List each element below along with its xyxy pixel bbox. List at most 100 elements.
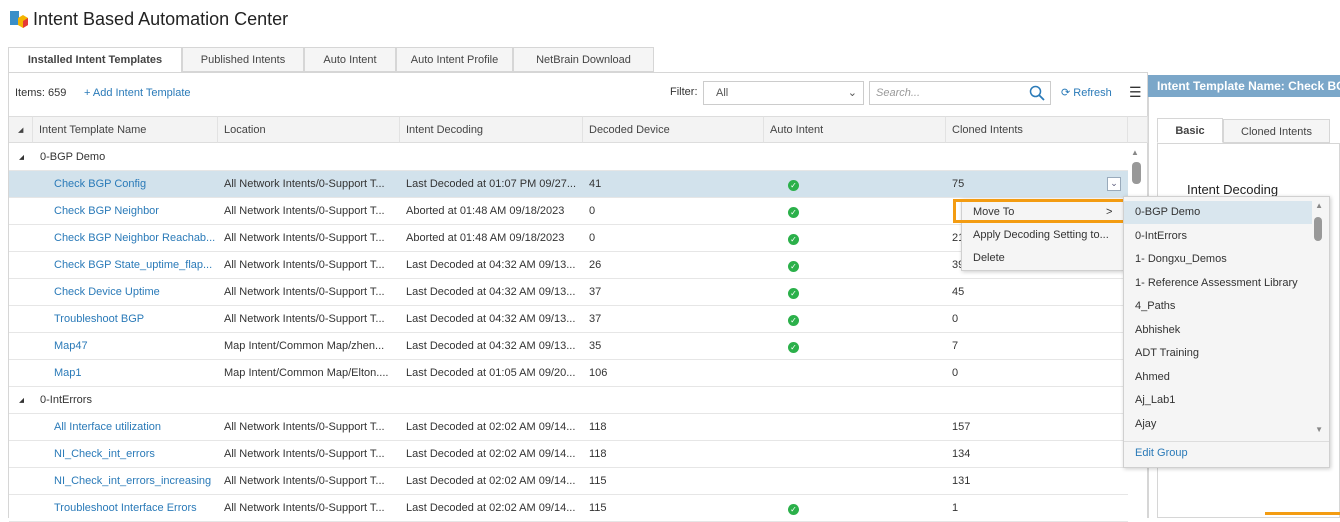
collapse-all-icon[interactable]: ◢ bbox=[9, 116, 33, 143]
tab-basic[interactable]: Basic bbox=[1157, 118, 1223, 143]
move-to-submenu: 0-BGP Demo 0-IntErrors 1- Dongxu_Demos 1- R… bbox=[1123, 196, 1330, 468]
intent-decoding-heading: Intent Decoding bbox=[1187, 182, 1279, 197]
submenu-item[interactable]: Abhishek bbox=[1124, 319, 1312, 342]
filter-value: All bbox=[716, 87, 729, 99]
cell-device: 0 bbox=[589, 205, 596, 217]
cell-decoding: Last Decoded at 01:05 AM 09/20... bbox=[406, 367, 576, 379]
cell-decoding: Aborted at 01:48 AM 09/18/2023 bbox=[406, 232, 565, 244]
scroll-up-icon[interactable]: ▲ bbox=[1131, 148, 1139, 157]
submenu-item[interactable]: Ajay bbox=[1124, 413, 1312, 436]
collapse-icon[interactable]: ◢ bbox=[19, 387, 24, 414]
menu-icon[interactable]: ☰ bbox=[1129, 84, 1142, 101]
check-circle-icon: ✓ bbox=[788, 504, 799, 515]
header-spacer bbox=[1128, 116, 1148, 143]
check-circle-icon: ✓ bbox=[788, 180, 799, 191]
chevron-down-icon: ⌄ bbox=[847, 87, 857, 99]
cell-name[interactable]: Check BGP State_uptime_flap... bbox=[54, 252, 212, 279]
add-intent-template-button[interactable]: + Add Intent Template bbox=[84, 87, 191, 99]
scrollbar-thumb[interactable] bbox=[1132, 162, 1141, 184]
submenu-scroll-down-icon[interactable]: ▼ bbox=[1315, 425, 1323, 434]
submenu-scroll-up-icon[interactable]: ▲ bbox=[1315, 201, 1323, 210]
submenu-item[interactable]: Aj_Lab1 bbox=[1124, 389, 1312, 412]
cell-cloned: 45 bbox=[952, 286, 965, 298]
tab-auto-intent-profile[interactable]: Auto Intent Profile bbox=[396, 47, 513, 72]
cell-location: All Network Intents/0-Support T... bbox=[224, 475, 385, 487]
tab-installed-intent-templates[interactable]: Installed Intent Templates bbox=[8, 47, 182, 73]
table-row[interactable]: NI_Check_int_errors All Network Intents/0… bbox=[9, 441, 1128, 468]
cell-name[interactable]: Check BGP Neighbor Reachab... bbox=[54, 225, 215, 252]
tab-netbrain-download[interactable]: NetBrain Download bbox=[513, 47, 654, 72]
tab-cloned-intents[interactable]: Cloned Intents bbox=[1223, 119, 1330, 143]
table-row[interactable]: Check BGP Config All Network Intents/0-Su… bbox=[9, 171, 1128, 198]
col-header-name[interactable]: Intent Template Name bbox=[33, 116, 218, 143]
tab-auto-intent[interactable]: Auto Intent bbox=[304, 47, 396, 72]
cell-device: 26 bbox=[589, 259, 602, 271]
cell-name[interactable]: Check BGP Neighbor bbox=[54, 198, 159, 225]
col-header-cloned[interactable]: Cloned Intents bbox=[946, 116, 1128, 143]
col-header-location[interactable]: Location bbox=[218, 116, 400, 143]
col-header-device[interactable]: Decoded Device bbox=[583, 116, 764, 143]
cell-name[interactable]: NI_Check_int_errors bbox=[54, 441, 155, 468]
col-header-auto-intent[interactable]: Auto Intent bbox=[764, 116, 946, 143]
cell-location: All Network Intents/0-Support T... bbox=[224, 205, 385, 217]
table-row[interactable]: NI_Check_int_errors_increasing All Networ… bbox=[9, 468, 1128, 495]
submenu-item[interactable]: 1- Reference Assessment Library bbox=[1124, 272, 1312, 295]
group-row[interactable]: ◢ 0-IntErrors bbox=[9, 387, 1128, 414]
check-circle-icon: ✓ bbox=[788, 207, 799, 218]
submenu-scrollbar-thumb[interactable] bbox=[1314, 217, 1322, 241]
cell-location: All Network Intents/0-Support T... bbox=[224, 259, 385, 271]
group-row[interactable]: ◢ 0-BGP Demo bbox=[9, 144, 1128, 171]
cell-cloned: 0 bbox=[952, 313, 959, 325]
cell-device: 37 bbox=[589, 313, 602, 325]
cell-device: 35 bbox=[589, 340, 602, 352]
refresh-icon: ⟳ bbox=[1061, 87, 1071, 99]
cell-name[interactable]: Map47 bbox=[54, 333, 88, 360]
submenu-item[interactable]: Ahmed bbox=[1124, 366, 1312, 389]
cell-location: All Network Intents/0-Support T... bbox=[224, 178, 385, 190]
page-title: Intent Based Automation Center bbox=[33, 9, 289, 29]
filter-select[interactable]: All ⌄ bbox=[703, 81, 864, 105]
cell-decoding: Last Decoded at 02:02 AM 09/14... bbox=[406, 448, 576, 460]
group-name: 0-BGP Demo bbox=[40, 151, 106, 163]
cell-location: All Network Intents/0-Support T... bbox=[224, 448, 385, 460]
template-name-header: Intent Template Name: Check BGP Config bbox=[1148, 75, 1340, 97]
submenu-item[interactable]: 4_Paths bbox=[1124, 295, 1312, 318]
search-icon[interactable] bbox=[1029, 85, 1045, 101]
cell-name[interactable]: All Interface utilization bbox=[54, 414, 161, 441]
cell-name[interactable]: Check Device Uptime bbox=[54, 279, 160, 306]
refresh-button[interactable]: ⟳ Refresh bbox=[1061, 86, 1112, 99]
edit-group-button[interactable]: Edit Group bbox=[1135, 447, 1188, 459]
table-row[interactable]: Map1 Map Intent/Common Map/Elton.... Last … bbox=[9, 360, 1128, 387]
cell-name[interactable]: NI_Check_int_errors_increasing bbox=[54, 468, 211, 495]
cell-decoding: Last Decoded at 02:02 AM 09/14... bbox=[406, 475, 576, 487]
cell-decoding: Last Decoded at 04:32 AM 09/13... bbox=[406, 286, 576, 298]
check-circle-icon: ✓ bbox=[788, 261, 799, 272]
cell-cloned: 157 bbox=[952, 421, 971, 433]
table-row[interactable]: Troubleshoot BGP All Network Intents/0-Su… bbox=[9, 306, 1128, 333]
table-row[interactable]: Check Device Uptime All Network Intents/0… bbox=[9, 279, 1128, 306]
cell-name[interactable]: Check BGP Config bbox=[54, 171, 146, 198]
table-row[interactable]: All Interface utilization All Network Int… bbox=[9, 414, 1128, 441]
cell-decoding: Last Decoded at 04:32 AM 09/13... bbox=[406, 313, 576, 325]
search-input[interactable]: Search... bbox=[869, 81, 1051, 105]
menu-item-delete[interactable]: Delete bbox=[973, 247, 1005, 270]
cell-device: 118 bbox=[589, 448, 607, 460]
cell-location: All Network Intents/0-Support T... bbox=[224, 286, 385, 298]
cell-name[interactable]: Map1 bbox=[54, 360, 82, 387]
cell-location: All Network Intents/0-Support T... bbox=[224, 313, 385, 325]
submenu-item[interactable]: 0-BGP Demo bbox=[1124, 201, 1312, 224]
cell-decoding: Last Decoded at 04:32 AM 09/13... bbox=[406, 259, 576, 271]
cell-decoding: Last Decoded at 02:02 AM 09/14... bbox=[406, 421, 576, 433]
table-row[interactable]: Map47 Map Intent/Common Map/zhen... Last D… bbox=[9, 333, 1128, 360]
submenu-item[interactable]: 0-IntErrors bbox=[1124, 225, 1312, 248]
collapse-icon[interactable]: ◢ bbox=[19, 144, 24, 171]
menu-item-apply-decoding[interactable]: Apply Decoding Setting to... bbox=[973, 224, 1109, 247]
submenu-item[interactable]: 1- Dongxu_Demos bbox=[1124, 248, 1312, 271]
tab-published-intents[interactable]: Published Intents bbox=[182, 47, 304, 72]
row-dropdown-button[interactable]: ⌄ bbox=[1107, 177, 1121, 191]
items-count: Items: 659 bbox=[15, 87, 67, 99]
cell-name[interactable]: Troubleshoot BGP bbox=[54, 306, 144, 333]
col-header-decoding[interactable]: Intent Decoding bbox=[400, 116, 583, 143]
submenu-item[interactable]: ADT Training bbox=[1124, 342, 1312, 365]
cell-device: 41 bbox=[589, 178, 602, 190]
